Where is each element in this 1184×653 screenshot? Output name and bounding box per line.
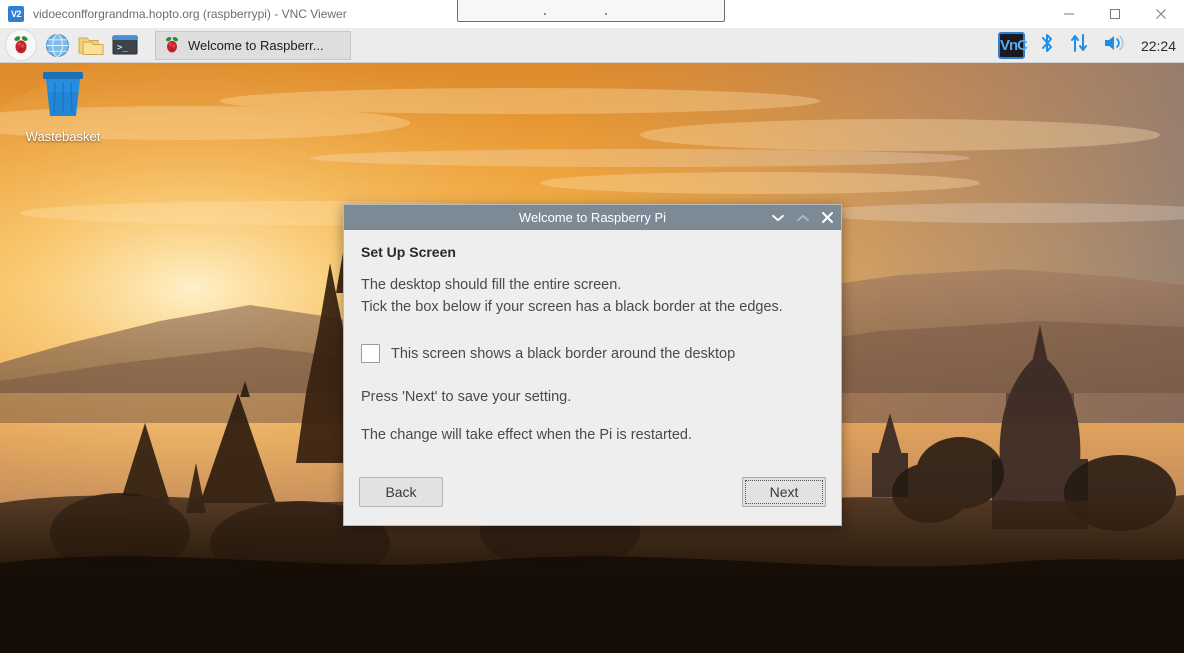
close-icon[interactable] xyxy=(820,210,835,226)
file-manager-icon[interactable] xyxy=(77,31,105,59)
black-border-checkbox[interactable] xyxy=(361,344,380,363)
svg-text:>_: >_ xyxy=(117,43,128,53)
vnc-viewer-window: V2 vidoeconfforgrandma.hopto.org (raspbe… xyxy=(0,0,1184,653)
web-browser-icon[interactable] xyxy=(43,31,71,59)
dialog-heading: Set Up Screen xyxy=(361,244,456,260)
next-button[interactable]: Next xyxy=(742,477,826,507)
window-controls xyxy=(1046,0,1184,28)
network-updown-icon[interactable] xyxy=(1069,32,1089,59)
dialog-window-controls xyxy=(770,205,835,230)
vnc-logo-icon: V2 xyxy=(8,6,24,22)
dialog-title: Welcome to Raspberry Pi xyxy=(518,210,667,225)
bluetooth-icon[interactable] xyxy=(1038,32,1056,59)
taskbar: >_ Welcome to Raspberr... VnC 22:24 xyxy=(0,28,1184,63)
vnc-server-icon[interactable]: VnC xyxy=(997,32,1028,59)
chevron-down-icon[interactable] xyxy=(770,210,785,226)
dialog-instruction-restart: The change will take effect when the Pi … xyxy=(361,427,692,443)
desktop-icon-label: Wastebasket xyxy=(25,129,101,144)
dialog-body: Set Up Screen The desktop should fill th… xyxy=(344,230,841,443)
dialog-titlebar[interactable]: Welcome to Raspberry Pi xyxy=(344,205,841,230)
raspberry-icon xyxy=(166,37,178,53)
black-border-checkbox-row[interactable]: This screen shows a black border around … xyxy=(361,344,824,363)
vnc-toolbar-tab[interactable] xyxy=(457,0,725,22)
dialog-description-line-1: The desktop should fill the entire scree… xyxy=(361,277,622,293)
wastebasket-icon xyxy=(43,72,83,116)
dialog-instruction-press-next: Press 'Next' to save your setting. xyxy=(361,389,572,405)
vnc-window-title: vidoeconfforgrandma.hopto.org (raspberry… xyxy=(33,7,347,21)
close-icon[interactable] xyxy=(1138,0,1184,28)
terminal-icon[interactable]: >_ xyxy=(111,31,139,59)
maximize-icon[interactable] xyxy=(1092,0,1138,28)
welcome-dialog: Welcome to Raspberry Pi Set Up Screen Th… xyxy=(343,204,842,526)
system-tray: VnC 22:24 xyxy=(997,28,1176,63)
chevron-up-icon[interactable] xyxy=(795,210,810,226)
raspberry-pi-desktop: Wastebasket >_ Welcome to Raspberr... Vn… xyxy=(0,28,1184,653)
vnc-viewer-titlebar: V2 vidoeconfforgrandma.hopto.org (raspbe… xyxy=(0,0,1184,28)
taskbar-window-button-welcome[interactable]: Welcome to Raspberr... xyxy=(155,30,351,60)
black-border-checkbox-label: This screen shows a black border around … xyxy=(391,345,736,362)
dialog-footer: Back Next xyxy=(344,477,841,525)
back-button[interactable]: Back xyxy=(359,477,443,507)
taskbar-window-label: Welcome to Raspberr... xyxy=(188,37,324,53)
minimize-icon[interactable] xyxy=(1046,0,1092,28)
raspberry-menu-icon[interactable] xyxy=(5,29,37,61)
taskbar-clock[interactable]: 22:24 xyxy=(1141,38,1176,54)
desktop-icon-wastebasket[interactable]: Wastebasket xyxy=(18,68,108,144)
taskbar-launchers: >_ xyxy=(0,29,139,61)
volume-icon[interactable] xyxy=(1102,32,1126,59)
dialog-description-line-2: Tick the box below if your screen has a … xyxy=(361,299,783,315)
